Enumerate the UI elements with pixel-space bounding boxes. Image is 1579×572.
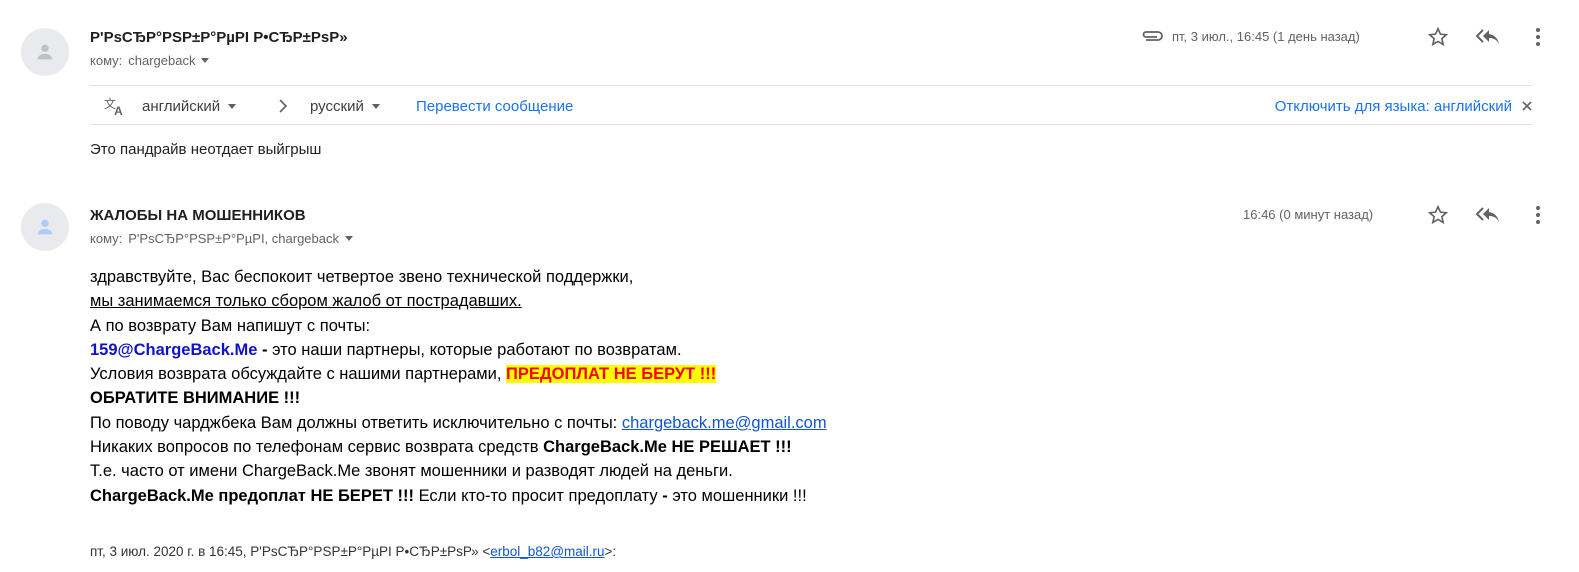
recipients-line[interactable]: кому: Р'РѕСЂР°РЅР±Р°РµРІ, chargeback — [90, 231, 353, 246]
body-line: А по возврату Вам напишут с почты: — [90, 316, 371, 335]
to-prefix: кому: — [90, 231, 123, 246]
body-text: Если кто-то просит предоплату — [413, 486, 663, 505]
email-link[interactable]: chargeback.me@gmail.com — [622, 414, 827, 432]
translate-message-link[interactable]: Перевести сообщение — [416, 98, 573, 115]
star-icon — [1427, 26, 1449, 47]
star-icon — [1427, 204, 1449, 225]
body-text: это мошенники !!! — [667, 486, 807, 505]
svg-text:A: A — [114, 104, 123, 117]
body-bold: ChargeBack.Me предоплат НЕ БЕРЕТ !!! — [90, 486, 414, 505]
body-line: По поводу чарджбека Вам должны ответить … — [90, 411, 827, 435]
reply-all-icon — [1475, 29, 1499, 44]
chevron-down-icon[interactable] — [371, 103, 380, 109]
body-line: Никаких вопросов по телефонам сервис воз… — [90, 435, 827, 459]
close-icon[interactable] — [1522, 101, 1532, 111]
chevron-down-icon[interactable] — [344, 236, 353, 241]
reply-all-button[interactable] — [1474, 201, 1502, 229]
chevron-down-icon[interactable] — [201, 58, 210, 63]
to-prefix: кому: — [90, 53, 123, 68]
reply-all-icon — [1475, 207, 1499, 222]
target-language-group: русский — [310, 86, 380, 126]
more-vert-icon — [1536, 206, 1540, 224]
message-timestamp: 16:46 (0 минут назад) — [1243, 207, 1374, 222]
disable-translation-link[interactable]: Отключить для языка: английский — [1275, 98, 1512, 115]
sender-name[interactable]: Р'РѕСЂР°РЅР±Р°РµРІ Р•СЂР±РѕР» — [90, 29, 348, 46]
message-body: здравствуйте, Вас беспокоит четвертое зв… — [90, 265, 827, 508]
chevron-right-icon — [278, 86, 288, 126]
target-language-select[interactable]: русский — [310, 98, 364, 115]
highlight-warning: ПРЕДОПЛАТ НЕ БЕРУТ !!! — [506, 365, 717, 384]
star-button[interactable] — [1424, 23, 1452, 51]
recipients-line[interactable]: кому: chargeback — [90, 53, 210, 68]
body-text: Никаких вопросов по телефонам сервис воз… — [90, 438, 544, 457]
translate-icon: 文 A — [104, 97, 123, 117]
body-text: По поводу чарджбека Вам должны ответить … — [90, 413, 622, 432]
partner-email: 159@ChargeBack.Me — [90, 340, 258, 359]
quote-suffix: >: — [604, 544, 617, 559]
body-line: Условия возврата обсуждайте с нашими пар… — [90, 362, 827, 386]
person-icon — [37, 219, 53, 235]
person-icon — [37, 44, 53, 60]
star-button[interactable] — [1424, 201, 1452, 229]
body-line: ChargeBack.Me предоплат НЕ БЕРЕТ !!! Есл… — [90, 484, 827, 508]
quoted-header: пт, 3 июл. 2020 г. в 16:45, Р'РѕСЂР°РЅР±… — [90, 544, 616, 559]
translate-source-group: 文 A английский — [104, 86, 237, 126]
dash: - — [257, 340, 268, 359]
avatar[interactable] — [21, 28, 69, 76]
recipients: chargeback — [128, 53, 196, 68]
body-line: здравствуйте, Вас беспокоит четвертое зв… — [90, 268, 634, 286]
body-line: 159@ChargeBack.Me - это наши партнеры, к… — [90, 338, 827, 362]
more-options-button[interactable] — [1524, 201, 1552, 229]
body-line: ОБРАТИТЕ ВНИМАНИЕ !!! — [90, 389, 301, 408]
body-bold: ChargeBack.Me НЕ РЕШАЕТ !!! — [543, 438, 792, 457]
reply-all-button[interactable] — [1474, 23, 1502, 51]
translate-bar: 文 A английский русский Перевести сообщен… — [90, 85, 1532, 125]
chevron-down-icon[interactable] — [228, 103, 237, 109]
body-line: мы занимаемся только сбором жалоб от пос… — [90, 292, 522, 311]
quote-email-link[interactable]: erbol_b82@mail.ru — [490, 544, 604, 559]
message-body: Это пандрайв неотдает выйгрыш — [90, 141, 322, 158]
source-language-select[interactable]: английский — [142, 98, 220, 115]
more-options-button[interactable] — [1524, 23, 1552, 51]
attachment-icon — [1142, 31, 1163, 41]
body-text: это наши партнеры, которые работают по в… — [267, 340, 682, 359]
quote-prefix: пт, 3 июл. 2020 г. в 16:45, Р'РѕСЂР°РЅР±… — [90, 544, 491, 559]
body-text: Условия возврата обсуждайте с нашими пар… — [90, 365, 507, 384]
recipients: Р'РѕСЂР°РЅР±Р°РµРІ, chargeback — [128, 231, 339, 246]
message-timestamp: пт, 3 июл., 16:45 (1 день назад) — [1172, 29, 1360, 44]
more-vert-icon — [1536, 28, 1540, 46]
body-line: Т.е. часто от имени ChargeBack.Me звонят… — [90, 462, 733, 481]
sender-name[interactable]: ЖАЛОБЫ НА МОШЕННИКОВ — [90, 207, 306, 224]
avatar[interactable] — [21, 203, 69, 251]
